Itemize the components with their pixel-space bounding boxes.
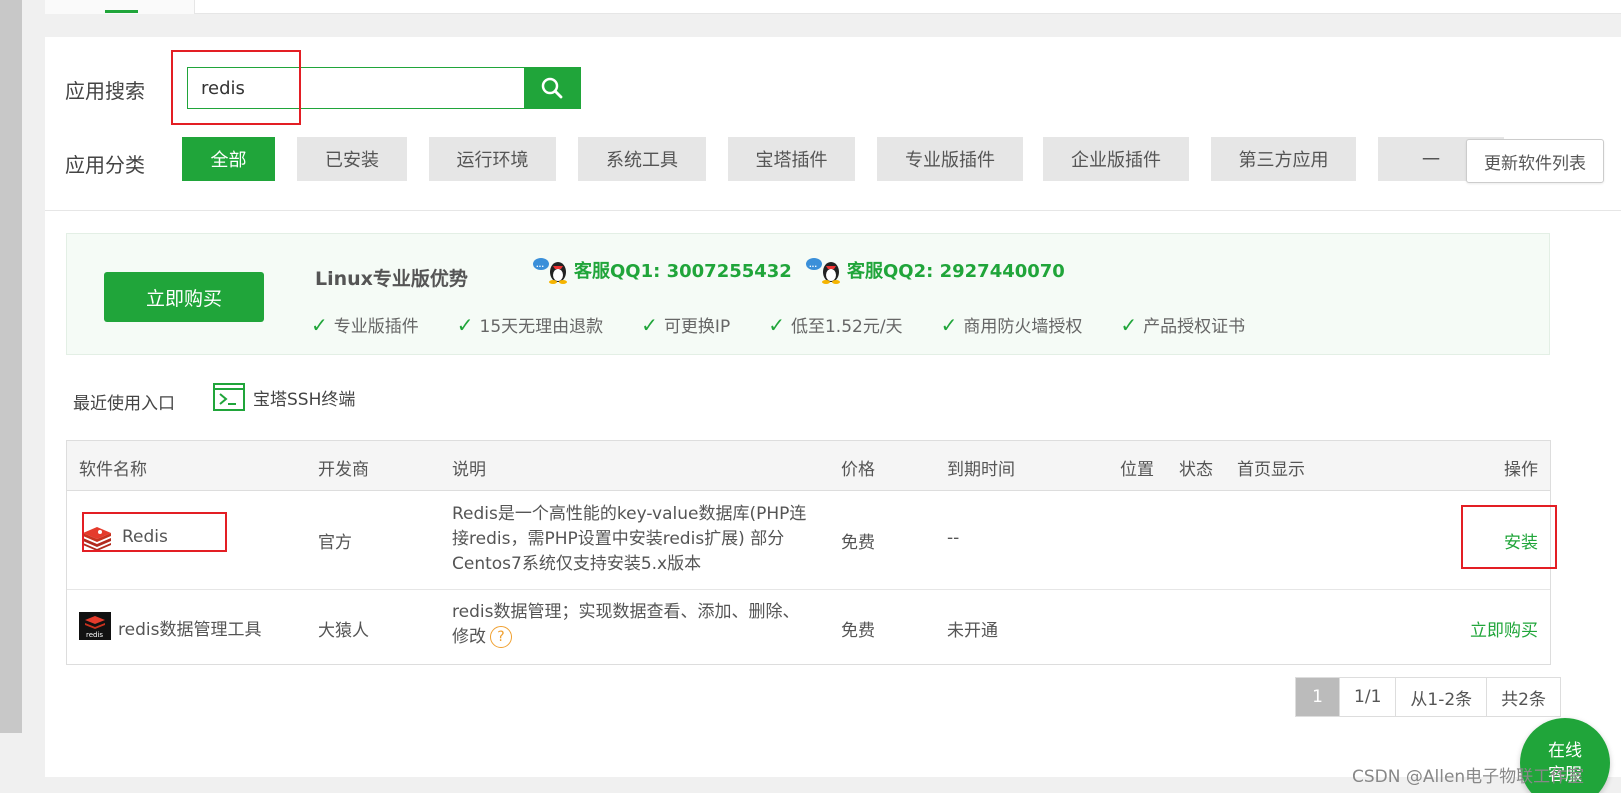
category-installed[interactable]: 已安装 [297, 137, 407, 181]
table-header: 软件名称 开发商 说明 价格 到期时间 位置 状态 首页显示 操作 [67, 441, 1550, 491]
promo-title: Linux专业版优势 [315, 268, 468, 290]
check-icon: ✓ [456, 312, 474, 337]
perk-text: 商用防火墙授权 [963, 317, 1083, 337]
qq-penguin-icon: ... [533, 258, 567, 284]
col-description: 说明 [452, 460, 486, 480]
top-tab-bar [45, 0, 1621, 14]
description-line: Redis是一个高性能的key-value数据库(PHP连 [452, 504, 807, 524]
software-expire: -- [947, 528, 960, 548]
table-row: Redis 官方 Redis是一个高性能的key-value数据库(PHP连 接… [67, 491, 1550, 590]
col-homepage: 首页显示 [1237, 460, 1305, 480]
svg-text:redis: redis [86, 631, 103, 639]
page-range: 从1-2条 [1396, 678, 1488, 716]
perk-item: ✓ 可更换IP [641, 312, 731, 338]
qq2-text: 客服QQ2: 2927440070 [847, 261, 1065, 282]
perk-text: 15天无理由退款 [479, 317, 604, 337]
refresh-software-list-button[interactable]: 更新软件列表 [1466, 139, 1604, 183]
category-label: 应用分类 [65, 153, 145, 177]
qq-penguin-icon: ... [806, 258, 840, 284]
page-current[interactable]: 1 [1296, 678, 1341, 716]
col-price: 价格 [841, 460, 875, 480]
category-pro-plugins[interactable]: 专业版插件 [877, 137, 1023, 181]
software-description: Redis是一个高性能的key-value数据库(PHP连 接redis，需PH… [452, 502, 822, 577]
perk-item: ✓ 低至1.52元/天 [768, 312, 903, 338]
software-expire: 未开通 [947, 621, 998, 641]
buy-now-button[interactable]: 立即购买 [104, 272, 264, 322]
check-icon: ✓ [1120, 312, 1138, 337]
description-line: Centos7系统仅支持安装5.x版本 [452, 554, 702, 574]
perk-text: 可更换IP [663, 317, 731, 337]
terminal-icon [213, 383, 245, 411]
svg-text:...: ... [536, 261, 544, 269]
left-scroll-strip [0, 0, 22, 733]
software-store-panel: 应用搜索 应用分类 全部 已安装 运行环境 系统工具 宝塔插件 专业版插件 企业… [45, 37, 1621, 777]
qq1-text: 客服QQ1: 3007255432 [574, 261, 792, 282]
category-system-tools[interactable]: 系统工具 [578, 137, 706, 181]
description-line: redis数据管理；实现数据查看、添加、删除、 [452, 602, 800, 622]
col-expire: 到期时间 [947, 460, 1015, 480]
description-line: 接redis，需PHP设置中安装redis扩展) 部分 [452, 529, 785, 549]
category-runtime[interactable]: 运行环境 [429, 137, 556, 181]
pro-promo-banner: 立即购买 Linux专业版优势 ... 客服QQ1: 3007255432 ..… [66, 233, 1550, 355]
search-button[interactable] [524, 68, 580, 108]
software-table: 软件名称 开发商 说明 价格 到期时间 位置 状态 首页显示 操作 Redis … [66, 440, 1551, 665]
perk-text: 产品授权证书 [1143, 317, 1246, 337]
perk-item: ✓ 专业版插件 [311, 312, 419, 338]
col-vendor: 开发商 [318, 460, 369, 480]
software-name: redis数据管理工具 [118, 620, 262, 640]
ssh-label: 宝塔SSH终端 [253, 389, 356, 410]
check-icon: ✓ [641, 312, 658, 337]
col-status: 状态 [1179, 460, 1213, 480]
description-line: 修改? [452, 625, 822, 650]
chat-label-line1: 在线 [1548, 741, 1582, 761]
category-bt-plugins[interactable]: 宝塔插件 [728, 137, 855, 181]
top-tab-underline [105, 10, 138, 13]
qq1-contact[interactable]: ... 客服QQ1: 3007255432 [532, 256, 792, 284]
software-description: redis数据管理；实现数据查看、添加、删除、 修改? [452, 600, 822, 650]
col-name: 软件名称 [79, 460, 147, 480]
perk-text: 低至1.52元/天 [790, 317, 903, 337]
perk-item: ✓ 产品授权证书 [1120, 312, 1246, 338]
category-all[interactable]: 全部 [182, 137, 275, 181]
buy-now-link[interactable]: 立即购买 [1470, 616, 1538, 641]
col-actions: 操作 [1504, 460, 1538, 480]
software-vendor: 大猿人 [318, 621, 369, 641]
highlight-box-install [1461, 505, 1557, 569]
perk-item: ✓ 商用防火墙授权 [940, 312, 1083, 338]
software-price: 免费 [841, 533, 875, 553]
table-row: redis redis数据管理工具 大猿人 redis数据管理；实现数据查看、添… [67, 590, 1550, 665]
category-enterprise-plugins[interactable]: 企业版插件 [1043, 137, 1189, 181]
qq2-contact[interactable]: ... 客服QQ2: 2927440070 [805, 256, 1065, 284]
svg-text:...: ... [809, 261, 817, 269]
watermark: CSDN @Allen电子物联工作室 [1352, 767, 1585, 787]
search-icon [541, 77, 563, 99]
ssh-terminal-shortcut[interactable]: 宝塔SSH终端 [213, 383, 355, 411]
page-total: 共2条 [1501, 689, 1546, 710]
category-third-party[interactable]: 第三方应用 [1211, 137, 1356, 181]
redis-manager-logo-icon: redis [79, 612, 111, 640]
divider [45, 210, 1621, 211]
check-icon: ✓ [311, 312, 328, 337]
search-label: 应用搜索 [65, 79, 145, 103]
perk-item: ✓ 15天无理由退款 [456, 312, 604, 338]
check-icon: ✓ [768, 312, 785, 337]
software-price: 免费 [841, 621, 875, 641]
highlight-box-redis [82, 512, 227, 552]
page-count: 1/1 [1340, 678, 1397, 716]
col-position: 位置 [1120, 460, 1154, 480]
recent-entries-label: 最近使用入口 [73, 394, 175, 414]
software-vendor: 官方 [318, 533, 352, 553]
highlight-box-search [171, 50, 301, 125]
perk-list: ✓ 专业版插件 ✓ 15天无理由退款 ✓ 可更换IP ✓ 低至1.52元/天 ✓ 商用防火… [311, 312, 1283, 338]
perk-text: 专业版插件 [333, 317, 419, 337]
pagination: 1 1/1 从1-2条 共2条 [1295, 677, 1561, 717]
help-question-icon[interactable]: ? [490, 626, 512, 648]
check-icon: ✓ [940, 312, 958, 337]
